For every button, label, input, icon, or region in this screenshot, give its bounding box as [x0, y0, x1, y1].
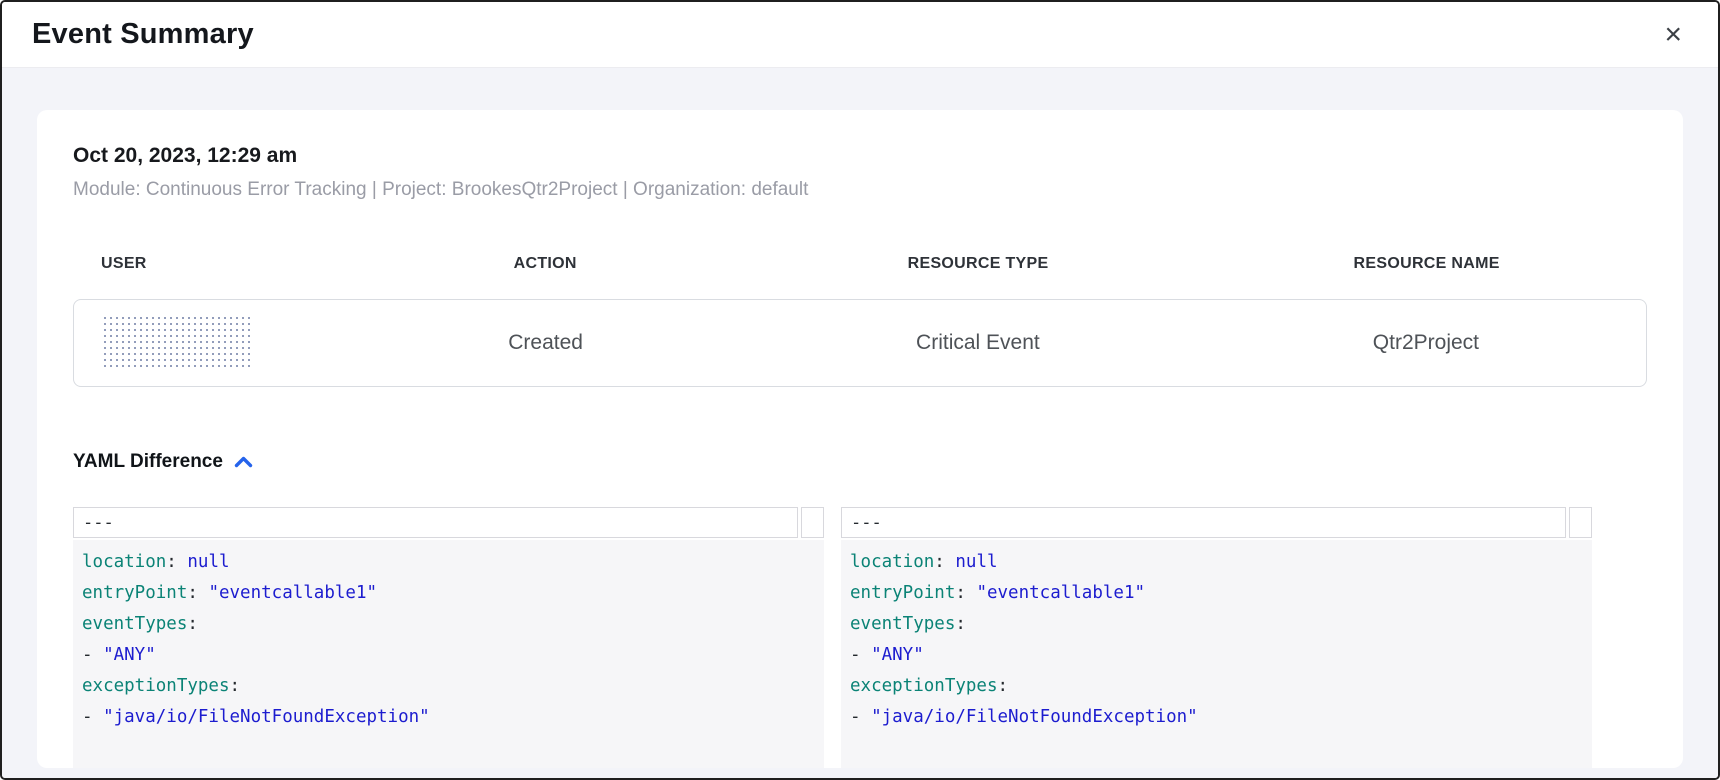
yaml-code-line: - "java/io/FileNotFoundException" — [850, 702, 1592, 733]
yaml-code-line: entryPoint: "eventcallable1" — [82, 578, 824, 609]
yaml-code-line: location: null — [82, 547, 824, 578]
yaml-code-line: - "java/io/FileNotFoundException" — [82, 702, 824, 733]
chevron-up-icon[interactable] — [234, 456, 253, 468]
event-meta: Module: Continuous Error Tracking | Proj… — [73, 179, 1647, 201]
yaml-code-line: location: null — [850, 547, 1592, 578]
column-header-resource-name: RESOURCE NAME — [1206, 255, 1647, 273]
table-header-row: USER ACTION RESOURCE TYPE RESOURCE NAME — [73, 255, 1647, 273]
modal-body: Oct 20, 2023, 12:29 am Module: Continuou… — [2, 68, 1718, 778]
scrollbar-corner — [1569, 507, 1592, 538]
event-timestamp: Oct 20, 2023, 12:29 am — [73, 144, 1647, 168]
cell-resource-type: Critical Event — [750, 331, 1206, 355]
yaml-pane-left: --- location: nullentryPoint: "eventcall… — [73, 507, 824, 768]
yaml-code-line: entryPoint: "eventcallable1" — [850, 578, 1592, 609]
event-summary-modal: Event Summary × Oct 20, 2023, 12:29 am M… — [0, 0, 1720, 780]
yaml-pane-right-header: --- — [841, 507, 1592, 538]
modal-header: Event Summary × — [2, 2, 1718, 68]
modal-title: Event Summary — [32, 18, 254, 51]
yaml-difference-header: YAML Difference — [73, 451, 1647, 473]
cell-user — [74, 315, 341, 371]
yaml-code-line: eventTypes: — [850, 609, 1592, 640]
scrollbar-corner — [801, 507, 824, 538]
column-header-user: USER — [73, 255, 341, 273]
yaml-code-line: eventTypes: — [82, 609, 824, 640]
yaml-diff-container: --- location: nullentryPoint: "eventcall… — [73, 507, 1592, 768]
yaml-document-separator: --- — [841, 507, 1566, 538]
yaml-code-line: - "ANY" — [82, 640, 824, 671]
yaml-document-separator: --- — [73, 507, 798, 538]
event-card: Oct 20, 2023, 12:29 am Module: Continuou… — [37, 110, 1683, 768]
yaml-code-line: - "ANY" — [850, 640, 1592, 671]
yaml-code-right[interactable]: location: nullentryPoint: "eventcallable… — [841, 540, 1592, 768]
yaml-pane-left-header: --- — [73, 507, 824, 538]
yaml-difference-label: YAML Difference — [73, 451, 223, 473]
table-row: Created Critical Event Qtr2Project — [73, 299, 1647, 387]
yaml-code-left[interactable]: location: nullentryPoint: "eventcallable… — [73, 540, 824, 768]
cell-resource-name: Qtr2Project — [1206, 331, 1646, 355]
yaml-pane-right: --- location: nullentryPoint: "eventcall… — [841, 507, 1592, 768]
yaml-code-line: exceptionTypes: — [82, 671, 824, 702]
yaml-code-line: exceptionTypes: — [850, 671, 1592, 702]
close-button[interactable]: × — [1658, 16, 1688, 54]
column-header-action: ACTION — [341, 255, 750, 273]
cell-action: Created — [341, 331, 750, 355]
column-header-resource-type: RESOURCE TYPE — [750, 255, 1206, 273]
redacted-user-avatar — [102, 315, 254, 371]
close-icon: × — [1664, 18, 1682, 51]
